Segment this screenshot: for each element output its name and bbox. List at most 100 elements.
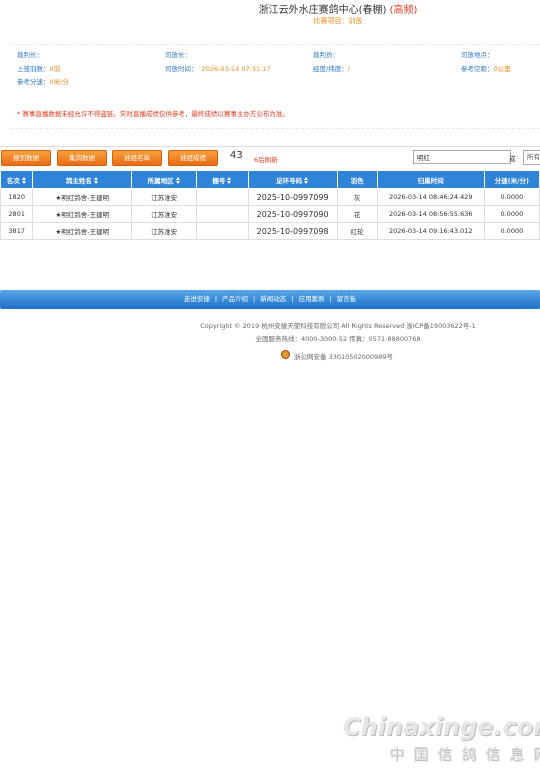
reference-distance: 参考空距：0公里: [461, 63, 511, 73]
sort-icon[interactable]: [93, 176, 99, 185]
collect-data-button[interactable]: 集鸽数据: [57, 150, 107, 166]
release-site-label: 司放地点：: [461, 51, 494, 59]
speed-cell: 0.0000: [483, 205, 540, 223]
arrival-cell: 2026-03-14 08:56:55.636: [376, 205, 485, 223]
watermark-logo: Chinaxinge.com: [343, 713, 540, 741]
watermark-subtitle: 中国信鸽信息网: [389, 745, 540, 763]
sort-icon[interactable]: [227, 176, 232, 185]
hotline-text: 全国服务热线：4000-3000-52 传真：0571-88800768: [255, 335, 421, 343]
arrival-cell: 2026-03-14 09:16:43.012: [376, 222, 485, 240]
release-chief: 司放长：: [165, 49, 191, 59]
coords-label: 经度/纬度：: [313, 65, 348, 73]
judge-chief-label: 裁判长：: [17, 51, 43, 59]
release-time-value: 2026-03-14 07:31:17: [201, 65, 271, 73]
owner-cell: ★明红鸽舍-王建明: [32, 205, 133, 223]
refresh-countdown: 6后刷新: [254, 156, 278, 164]
col-arrival-label: 归巢时间: [417, 176, 444, 185]
table-row: 3817 ★明红鸽舍-王建明 江苏淮安 2025-10-0997098 红轮 2…: [0, 222, 540, 240]
basket-label: 上笼羽数：: [17, 65, 50, 73]
loft-cell: [195, 188, 249, 206]
col-rank-label: 名次: [6, 176, 20, 185]
table-header-row: 名次 鸽主姓名 所属地区 棚号 足环号码 羽色 归巢时间 分速(米/分): [0, 170, 540, 189]
col-loft[interactable]: 棚号: [195, 170, 249, 189]
rank-cell: 3817: [0, 222, 34, 240]
reference-speed: 参考分速：0米/分: [17, 76, 69, 86]
color-cell: 红轮: [336, 222, 378, 240]
ring-cell: 2025-10-0997090: [247, 205, 338, 223]
rank-cell: 2801: [0, 205, 34, 223]
judge: 裁判员：: [313, 49, 339, 59]
color-cell: 灰: [336, 188, 378, 206]
owner-cell: ★明红鸽舍-王建明: [32, 222, 133, 240]
race-frequency-tag: (高频): [389, 5, 418, 16]
nav-item-about[interactable]: 走进安捷: [184, 295, 210, 303]
col-color: 羽色: [336, 170, 378, 189]
nav-item-products[interactable]: 产品介绍: [222, 295, 248, 303]
ring-cell: 2025-10-0997099: [247, 188, 338, 206]
col-speed: 分速(米/分): [483, 170, 540, 189]
owner-cell: ★明红鸽舍-王建明: [32, 188, 133, 206]
copyright-text: Copyright © 2019 杭州安捷天使科技有限公司 All Rights…: [200, 322, 476, 330]
filter-select[interactable]: 所有: [523, 150, 540, 165]
col-region[interactable]: 所属地区: [131, 170, 197, 189]
search-input[interactable]: [413, 150, 511, 164]
nav-separator: |: [291, 295, 294, 303]
color-cell: 花: [336, 205, 378, 223]
loft-cell: [195, 205, 249, 223]
project-value: 训放: [348, 17, 363, 25]
race-info-panel: 浙江云外水庄赛鸽中心(春棚) (高频) 比赛项目：训放 裁判长： 司放长： 裁判…: [0, 0, 540, 147]
result-count: 43: [230, 150, 243, 161]
speed-value: 0米/分: [49, 78, 69, 86]
region-cell: 江苏淮安: [131, 205, 197, 223]
sort-icon[interactable]: [304, 176, 309, 185]
data-notice: * 赛事直播数据未经允许不得盗链。实时直播成绩仅供参考，最终成绩以赛事主办方公布…: [17, 110, 289, 118]
nav-item-news[interactable]: 新闻动态: [260, 295, 286, 303]
sort-icon[interactable]: [175, 176, 181, 185]
loft-cell: [195, 222, 249, 240]
police-record-link[interactable]: 浙公网安备 33010502000989号: [294, 351, 393, 361]
distance-value: 0公里: [493, 65, 511, 73]
col-ring[interactable]: 足环号码: [247, 170, 338, 189]
basket-count: 上笼羽数：0羽: [17, 63, 60, 73]
nav-item-cases[interactable]: 应用案例: [298, 295, 324, 303]
release-chief-label: 司放长：: [165, 51, 191, 59]
ring-cell: 2025-10-0997098: [247, 222, 338, 240]
or-label: 或: [509, 155, 516, 163]
race-name: 浙江云外水庄赛鸽中心(春棚): [258, 5, 387, 16]
col-arrival: 归巢时间: [376, 170, 485, 189]
col-region-label: 所属地区: [147, 176, 174, 185]
police-badge-icon: [281, 350, 290, 359]
results-table: 名次 鸽主姓名 所属地区 棚号 足环号码 羽色 归巢时间 分速(米/分) 182…: [0, 170, 540, 240]
release-time-label: 司放时间：: [165, 65, 198, 73]
region-cell: 江苏淮安: [131, 188, 197, 206]
report-data-button[interactable]: 报到数据: [1, 150, 51, 166]
table-row: 1820 ★明红鸽舍-王建明 江苏淮安 2025-10-0997099 灰 20…: [0, 188, 540, 206]
speed-cell: 0.0000: [483, 188, 540, 206]
release-site: 司放地点：: [461, 49, 494, 59]
group-list-button[interactable]: 插组名单: [112, 150, 162, 166]
col-owner-label: 鸽主姓名: [65, 176, 92, 185]
nav-separator: |: [214, 295, 218, 303]
arrival-cell: 2026-03-14 08:46:24.429: [376, 188, 485, 206]
group-result-button[interactable]: 插组成绩: [168, 150, 218, 166]
sort-icon[interactable]: [21, 176, 27, 185]
project-label: 比赛项目：: [313, 17, 349, 25]
nav-separator: |: [329, 295, 332, 303]
coords-value: /: [347, 65, 350, 73]
table-row: 2801 ★明红鸽舍-王建明 江苏淮安 2025-10-0997090 花 20…: [0, 205, 540, 223]
nav-item-guestbook[interactable]: 留言板: [337, 295, 357, 303]
release-time: 司放时间： 2026-03-14 07:31:17: [165, 63, 271, 73]
col-ring-label: 足环号码: [276, 176, 303, 185]
col-owner[interactable]: 鸽主姓名: [32, 170, 133, 189]
col-loft-label: 棚号: [212, 176, 226, 185]
speed-label: 参考分速：: [17, 78, 50, 86]
basket-value: 0羽: [49, 65, 61, 73]
col-rank[interactable]: 名次: [0, 170, 34, 189]
col-speed-label: 分速(米/分): [494, 176, 530, 185]
coordinates: 经度/纬度：/: [313, 63, 350, 73]
distance-label: 参考空距：: [461, 65, 494, 73]
region-cell: 江苏淮安: [131, 222, 197, 240]
divider: [10, 128, 540, 129]
divider: [10, 44, 540, 45]
judge-chief: 裁判长：: [17, 49, 43, 59]
